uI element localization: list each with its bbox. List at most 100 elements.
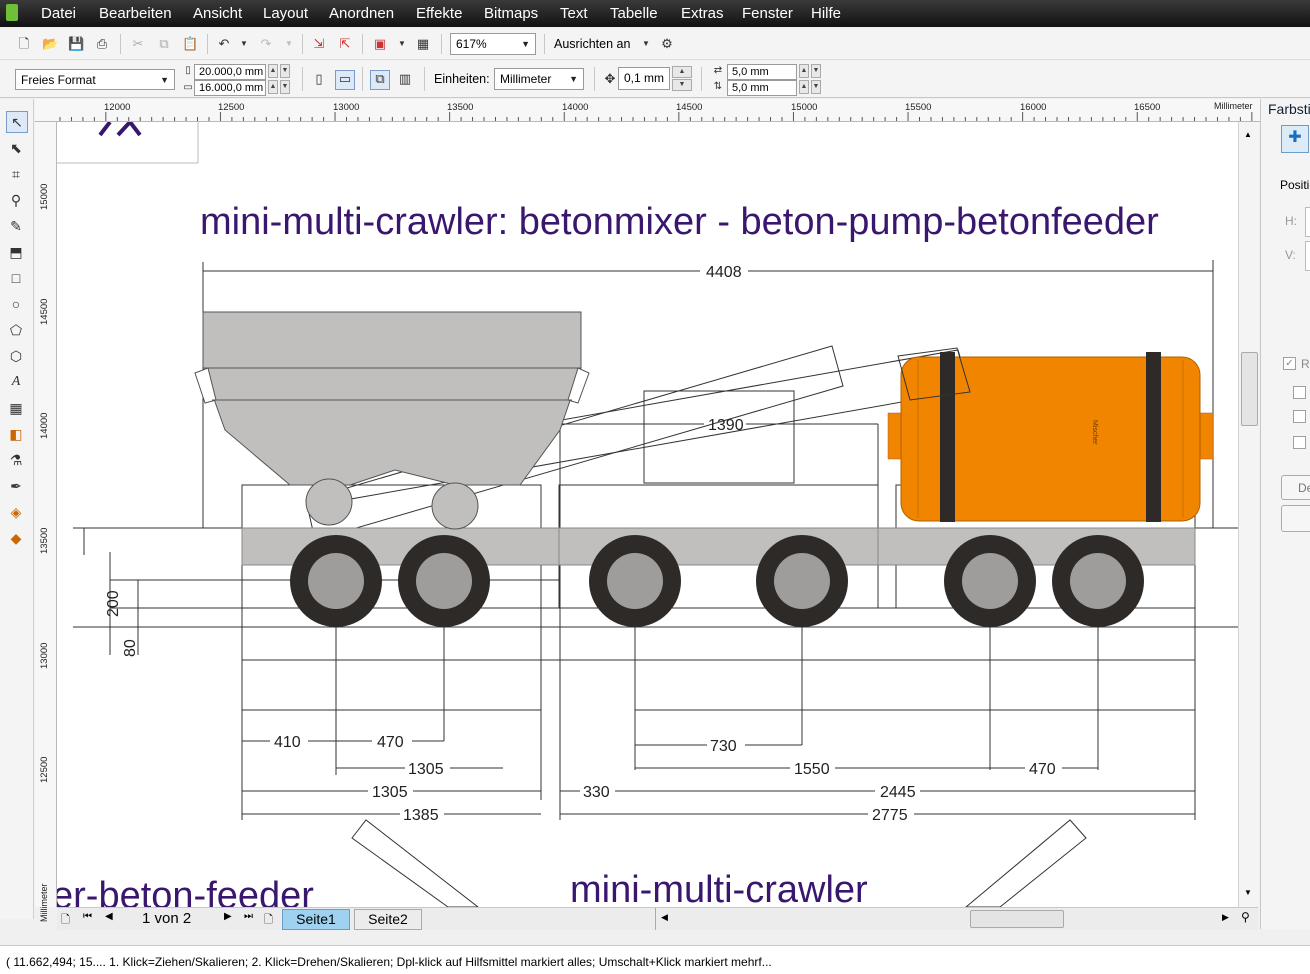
basic-shapes-tool-icon[interactable]: ⬡ — [6, 346, 26, 366]
vertical-scrollbar[interactable]: ▲ ▼ — [1238, 122, 1259, 907]
tab-seite2[interactable]: Seite2 — [354, 909, 422, 930]
add-color-icon[interactable]: ✚ — [1281, 125, 1309, 153]
full-screen-preview-icon[interactable]: ▦ — [415, 36, 431, 52]
polygon-tool-icon[interactable]: ⬠ — [6, 320, 26, 340]
menu-layout[interactable]: Layout — [263, 5, 308, 22]
menu-effekte[interactable]: Effekte — [416, 5, 462, 22]
freehand-tool-icon[interactable]: ✎ — [6, 216, 26, 236]
menu-fenster[interactable]: Fenster — [742, 5, 793, 22]
landscape-icon[interactable]: ▭ — [335, 70, 355, 90]
menu-anordnen[interactable]: Anordnen — [329, 5, 394, 22]
duplicate-x-down-button[interactable]: ▼ — [811, 64, 821, 78]
hopper-roller-right[interactable] — [431, 482, 479, 530]
docker-checkbox[interactable]: ✓ — [1283, 357, 1296, 370]
dim-80-label[interactable]: 80 — [122, 639, 139, 657]
open-icon[interactable]: 📂 — [42, 36, 58, 52]
menu-bitmaps[interactable]: Bitmaps — [484, 5, 538, 22]
cut-icon[interactable]: ✂ — [130, 36, 146, 52]
launcher-dropdown-icon[interactable]: ▼ — [394, 36, 410, 52]
fill-tool-icon[interactable]: ◈ — [6, 502, 26, 522]
rectangle-tool-icon[interactable]: □ — [6, 268, 26, 288]
page-height-input[interactable]: 16.000,0 mm — [194, 80, 266, 96]
dim-1305b-label[interactable]: 1305 — [372, 784, 408, 801]
save-icon[interactable]: 💾 — [68, 36, 84, 52]
duplicate-y-down-button[interactable]: ▼ — [811, 80, 821, 94]
dim-overall-label[interactable]: 4408 — [706, 264, 742, 281]
scroll-up-icon[interactable]: ▲ — [1244, 130, 1252, 139]
next-page-icon[interactable]: ▶ — [224, 911, 232, 922]
units-select[interactable]: Millimeter — [494, 68, 584, 90]
menu-text[interactable]: Text — [560, 5, 588, 22]
nudge-distance-input[interactable]: 0,1 mm — [618, 67, 670, 90]
horizontal-scroll-thumb[interactable] — [970, 910, 1064, 928]
drawing-canvas[interactable]: mini-multi-crawler: betonmixer - beton-p… — [57, 122, 1238, 907]
dim-200-label[interactable]: 200 — [105, 590, 122, 617]
export-icon[interactable]: ⇱ — [337, 36, 353, 52]
snap-to-label[interactable]: Ausrichten an — [554, 37, 630, 51]
vertical-ruler[interactable]: 15000 14500 14000 13500 13000 12500 Mill… — [35, 122, 57, 922]
crop-tool-icon[interactable]: ⌗ — [6, 164, 26, 184]
technical-drawing[interactable]: mini-multi-crawler: betonmixer - beton-p… — [57, 122, 1238, 907]
dim-1305a-label[interactable]: 1305 — [408, 761, 444, 778]
eyedropper-tool-icon[interactable]: ⚗ — [6, 450, 26, 470]
ellipse-tool-icon[interactable]: ○ — [6, 294, 26, 314]
drawing-title[interactable]: mini-multi-crawler: betonmixer - beton-p… — [200, 201, 1159, 243]
hopper-top[interactable] — [202, 311, 582, 369]
docker-checkbox-2[interactable] — [1293, 386, 1306, 399]
menu-datei[interactable]: Datei — [41, 5, 76, 22]
page-height-down-button[interactable]: ▼ — [280, 80, 290, 94]
duplicate-y-input[interactable]: 5,0 mm — [727, 80, 797, 96]
paste-icon[interactable]: 📋 — [182, 36, 198, 52]
new-document-icon[interactable]: 🗋 — [16, 36, 32, 52]
interactive-blend-tool-icon[interactable]: ◧ — [6, 424, 26, 444]
add-page-after-icon[interactable]: 🗋 — [264, 911, 273, 930]
zoom-navigator-icon[interactable]: ⚲ — [1241, 910, 1250, 924]
docker-checkbox-4[interactable] — [1293, 436, 1306, 449]
chassis-beam[interactable] — [241, 527, 1196, 566]
tab-seite1[interactable]: Seite1 — [282, 909, 350, 930]
table-tool-icon[interactable]: ▦ — [6, 398, 26, 418]
pick-tool-icon[interactable]: ↖ — [6, 111, 28, 133]
dim-330-label[interactable]: 330 — [583, 784, 610, 801]
scroll-left-icon[interactable]: ◀ — [661, 912, 668, 923]
docker-title[interactable]: Farbstil — [1268, 101, 1310, 117]
options-icon[interactable]: ⚙ — [659, 36, 675, 52]
snap-to-dropdown-icon[interactable]: ▼ — [638, 36, 654, 52]
horizontal-ruler[interactable]: 12000 12500 13000 13500 14000 14500 1500… — [57, 99, 1260, 122]
hopper-roller-left[interactable] — [305, 478, 353, 526]
v-position-input[interactable] — [1305, 241, 1310, 271]
menu-bearbeiten[interactable]: Bearbeiten — [99, 5, 172, 22]
import-icon[interactable]: ⇲ — [311, 36, 327, 52]
dim-470a-label[interactable]: 470 — [377, 734, 404, 751]
menu-extras[interactable]: Extras — [681, 5, 724, 22]
text-tool-icon[interactable]: A — [6, 372, 26, 392]
page-width-down-button[interactable]: ▼ — [280, 64, 290, 78]
shape-tool-icon[interactable]: ⬉ — [6, 138, 26, 158]
page-format-select[interactable]: Freies Format — [15, 69, 175, 90]
dim-2445-label[interactable]: 2445 — [880, 784, 916, 801]
all-pages-icon[interactable]: ⧉ — [370, 70, 390, 90]
lower-title[interactable]: mini-multi-crawler — [570, 869, 868, 907]
redo-dropdown-icon[interactable]: ▼ — [281, 36, 297, 52]
scroll-down-icon[interactable]: ▼ — [1244, 888, 1252, 897]
previous-page-icon[interactable]: ◀ — [105, 911, 113, 922]
docker-button[interactable]: De — [1281, 475, 1310, 500]
dim-2775-label[interactable]: 2775 — [872, 807, 908, 824]
zoom-level-select[interactable]: 617% — [450, 33, 536, 55]
first-page-icon[interactable]: ⏮ — [83, 911, 92, 922]
left-partial-title[interactable]: er-beton-feeder — [57, 875, 314, 907]
hopper-body[interactable] — [202, 367, 582, 486]
menu-ansicht[interactable]: Ansicht — [193, 5, 242, 22]
undo-dropdown-icon[interactable]: ▼ — [236, 36, 252, 52]
ruler-origin[interactable] — [35, 99, 58, 122]
dim-1550-label[interactable]: 1550 — [794, 761, 830, 778]
page-width-up-button[interactable]: ▲ — [268, 64, 278, 78]
duplicate-x-up-button[interactable]: ▲ — [799, 64, 809, 78]
dim-1385-label[interactable]: 1385 — [403, 807, 439, 824]
vertical-scroll-thumb[interactable] — [1241, 352, 1258, 426]
scroll-right-icon[interactable]: ▶ — [1222, 912, 1229, 923]
page-height-up-button[interactable]: ▲ — [268, 80, 278, 94]
page-width-input[interactable]: 20.000,0 mm — [194, 64, 266, 80]
dim-conveyor-label[interactable]: 1390 — [708, 417, 744, 434]
application-launcher-icon[interactable]: ▣ — [372, 36, 388, 52]
